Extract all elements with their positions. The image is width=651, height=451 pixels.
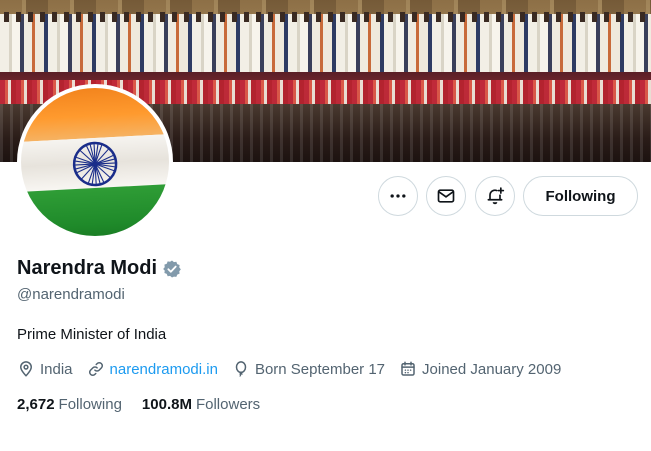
location-pin-icon (19, 361, 33, 377)
profile-name-row: Narendra Modi (17, 257, 182, 280)
message-button[interactable] (426, 176, 466, 216)
more-icon (390, 194, 406, 198)
following-count: 2,672 (17, 396, 55, 413)
birthday-text: Born September 17 (254, 360, 386, 378)
website-link[interactable]: narendramodi.in (110, 361, 218, 378)
birthday-item: Born September 17 (232, 360, 385, 378)
calendar-icon (401, 361, 415, 376)
location-item: India (17, 360, 73, 378)
avatar[interactable] (17, 84, 173, 240)
profile-stats: 2,672 Following 100.8M Followers (17, 396, 280, 413)
link-icon (88, 361, 103, 377)
balloon-icon (235, 361, 247, 377)
mail-icon (437, 189, 455, 203)
profile-bio: Prime Minister of India (17, 326, 167, 343)
following-label: Following (58, 396, 122, 413)
banner-heads (0, 12, 651, 22)
followers-stat[interactable]: 100.8M Followers (142, 396, 260, 413)
ashoka-chakra-icon (72, 141, 118, 187)
bell-plus-icon (487, 187, 505, 205)
more-button[interactable] (378, 176, 418, 216)
profile-meta: India narendramodi.in Born September 17 … (17, 360, 575, 378)
avatar-flag-image (21, 88, 169, 236)
joined-item: Joined January 2009 (399, 360, 561, 378)
followers-count: 100.8M (141, 396, 192, 413)
following-stat[interactable]: 2,672 Following (17, 396, 122, 413)
notifications-button[interactable] (475, 176, 515, 216)
banner-crowd (0, 14, 651, 74)
display-name: Narendra Modi (17, 257, 158, 279)
followers-label: Followers (195, 396, 261, 413)
verified-badge-icon[interactable] (162, 259, 182, 279)
profile-handle: @narendramodi (17, 286, 125, 303)
website-item[interactable]: narendramodi.in (87, 360, 218, 378)
following-button[interactable]: Following (523, 176, 638, 216)
joined-text: Joined January 2009 (422, 360, 562, 378)
location-text: India (40, 360, 73, 378)
